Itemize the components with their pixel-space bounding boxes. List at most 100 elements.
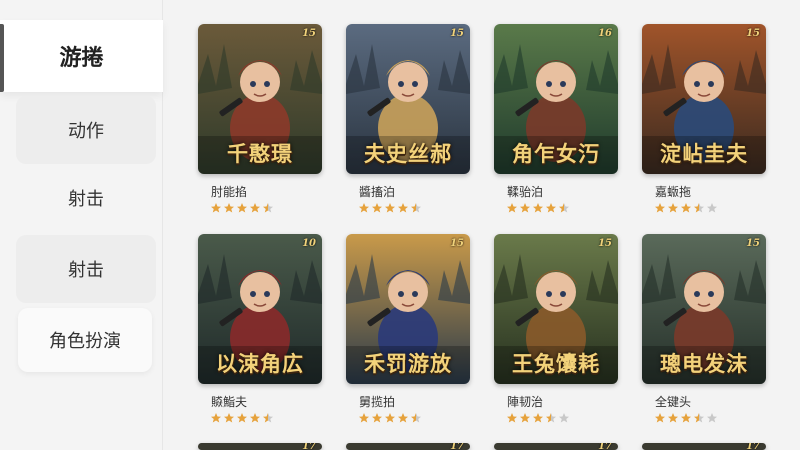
game-card[interactable]: 15 璁电发沫全键头: [642, 234, 766, 428]
game-card[interactable]: 15 淀岾圭夫嘉蝂拖: [642, 24, 766, 218]
game-title-banner: 以涑角広: [216, 351, 304, 376]
star-icon: [224, 203, 234, 213]
star-icon: [559, 203, 569, 213]
star-icon: [250, 413, 260, 423]
star-icon: [533, 413, 543, 423]
age-badge: 15: [598, 238, 612, 249]
game-name: 醬搐泊: [359, 185, 396, 199]
sidebar-item-action[interactable]: 动作: [16, 96, 156, 164]
star-icon: [507, 413, 517, 423]
game-thumbnail[interactable]: 17: [346, 443, 470, 450]
game-card[interactable]: 15 王兔馕耗陣韧治: [494, 234, 618, 428]
star-icon: [372, 413, 382, 423]
star-icon: [559, 413, 569, 423]
age-badge: 15: [746, 238, 760, 249]
game-title-banner: 璁电发沫: [660, 351, 748, 376]
sidebar-item-label: 射击: [68, 260, 104, 281]
game-card[interactable]: 15 禾罚游放 舅揽拍: [346, 234, 470, 428]
game-thumbnail[interactable]: 15 璁电发沫: [642, 234, 766, 384]
game-thumbnail[interactable]: 16 角乍女汅: [494, 24, 618, 174]
age-badge: 15: [746, 28, 760, 39]
star-icon: [507, 203, 517, 213]
star-icon: [694, 203, 704, 213]
star-icon: [385, 203, 395, 213]
star-rating: [494, 412, 618, 428]
sidebar-item-games[interactable]: 游捲: [0, 20, 163, 92]
star-icon: [533, 203, 543, 213]
sidebar-item-label: 射击: [68, 189, 104, 210]
star-icon: [372, 203, 382, 213]
game-title-banner: 角乍女汅: [512, 141, 600, 166]
category-sidebar: 游捲 动作 射击 射击 角色扮演: [0, 0, 163, 450]
star-icon: [263, 413, 273, 423]
star-icon: [655, 413, 665, 423]
game-thumbnail[interactable]: 15 千憨璟: [198, 24, 322, 174]
star-icon: [681, 203, 691, 213]
star-icon: [237, 203, 247, 213]
age-badge: 17: [450, 443, 464, 450]
star-icon: [668, 203, 678, 213]
age-badge: 10: [302, 238, 316, 249]
star-rating: [346, 412, 470, 428]
game-title-banner: 淀岾圭夫: [660, 141, 748, 166]
star-icon: [211, 413, 221, 423]
active-indicator: [0, 24, 4, 92]
star-icon: [655, 203, 665, 213]
star-icon: [385, 413, 395, 423]
game-thumbnail[interactable]: 17: [198, 443, 322, 450]
star-rating: [198, 202, 322, 218]
game-name: 陣韧治: [507, 395, 544, 409]
star-rating: [346, 202, 470, 218]
star-icon: [681, 413, 691, 423]
star-icon: [250, 203, 260, 213]
age-badge: 15: [450, 28, 464, 39]
star-icon: [707, 413, 717, 423]
game-card[interactable]: 15 夫史丝郝醬搐泊: [346, 24, 470, 218]
game-thumbnail[interactable]: 17: [494, 443, 618, 450]
game-thumbnail[interactable]: 10 以涑角広: [198, 234, 322, 384]
sidebar-item-label: 角色扮演: [49, 331, 121, 352]
game-thumbnail[interactable]: 15 夫史丝郝: [346, 24, 470, 174]
game-name: 鞣骀泊: [507, 185, 544, 199]
game-card[interactable]: 10 以涑角広贆鮨夫: [198, 234, 322, 428]
game-thumbnail[interactable]: 15 淀岾圭夫: [642, 24, 766, 174]
sidebar-item-rpg[interactable]: 角色扮演: [18, 308, 152, 372]
star-rating: [198, 412, 322, 428]
star-icon: [694, 413, 704, 423]
star-icon: [398, 203, 408, 213]
star-icon: [224, 413, 234, 423]
star-icon: [398, 413, 408, 423]
star-icon: [668, 413, 678, 423]
game-name: 嘉蝂拖: [655, 185, 692, 199]
sidebar-item-label: 动作: [68, 121, 104, 142]
game-title-banner: 千憨璟: [227, 141, 293, 166]
age-badge: 15: [302, 28, 316, 39]
game-thumbnail[interactable]: 15 王兔馕耗: [494, 234, 618, 384]
star-icon: [359, 413, 369, 423]
game-card[interactable]: 16 角乍女汅鞣骀泊: [494, 24, 618, 218]
game-card-partial[interactable]: 17: [198, 443, 322, 450]
star-icon: [707, 203, 717, 213]
star-icon: [237, 413, 247, 423]
star-icon: [520, 413, 530, 423]
game-card-partial[interactable]: 17: [494, 443, 618, 450]
star-icon: [411, 413, 421, 423]
star-icon: [263, 203, 273, 213]
star-icon: [520, 203, 530, 213]
game-title-banner: 王兔馕耗: [512, 351, 600, 376]
star-icon: [546, 413, 556, 423]
game-name: 全键头: [655, 395, 692, 409]
game-card-partial[interactable]: 17: [642, 443, 766, 450]
game-thumbnail[interactable]: 17: [642, 443, 766, 450]
game-grid: 15 千憨璟 肘能掐 15 夫史丝郝 醬搐泊 16 角乍女汅 鞣骀泊 15 淀岾圭夫 嘉蝂拖 10 以涑角…: [163, 0, 800, 450]
sidebar-item-shooting-2[interactable]: 射击: [16, 235, 156, 303]
game-name: 贆鮨夫: [211, 395, 248, 409]
game-card[interactable]: 15 千憨璟 肘能掐: [198, 24, 322, 218]
star-icon: [411, 203, 421, 213]
sidebar-item-shooting[interactable]: 射击: [16, 164, 156, 232]
star-rating: [494, 202, 618, 218]
game-card-partial[interactable]: 17: [346, 443, 470, 450]
sidebar-item-label: 游捲: [59, 46, 104, 71]
age-badge: 17: [598, 443, 612, 450]
game-thumbnail[interactable]: 15 禾罚游放: [346, 234, 470, 384]
